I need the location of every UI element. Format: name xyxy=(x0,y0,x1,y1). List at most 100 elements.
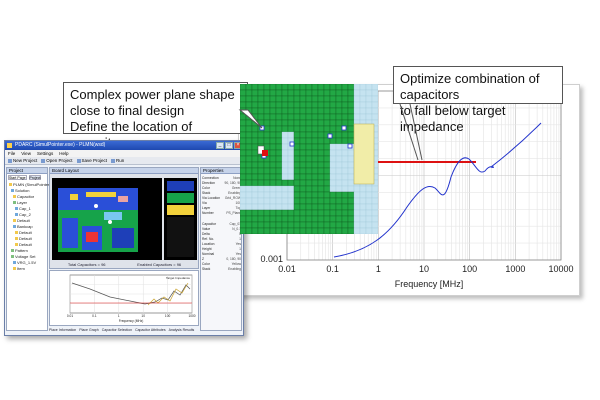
tree-item[interactable]: Solution xyxy=(11,188,29,193)
mini-impedance-pane: 0.01 0.1 1 10 100 1000 Target Impedance Frequen… xyxy=(49,270,199,326)
callout-plane-line1: Complex power plane shape xyxy=(70,87,235,102)
mini-legend: Target Impedance xyxy=(166,276,190,280)
callout-optimize: Optimize combination of capacitors to fa… xyxy=(393,66,563,134)
property-row[interactable]: Location Yes xyxy=(202,242,241,246)
capacitor-marker[interactable] xyxy=(347,143,353,149)
tree-item[interactable]: Default xyxy=(13,218,30,223)
bottom-tab[interactable]: Capacitor Selection xyxy=(102,327,132,333)
folder-icon xyxy=(11,255,14,259)
run-button[interactable]: Run xyxy=(111,157,124,164)
property-key: Delta xyxy=(202,232,210,236)
maximize-button[interactable]: □ xyxy=(225,142,233,149)
property-value: Enabling xyxy=(228,267,241,271)
tree-item-label: Cap_2 xyxy=(19,212,31,217)
tree-item-label: Default xyxy=(19,242,32,247)
layer-legend-swatches xyxy=(167,181,194,257)
capacitor-marker[interactable] xyxy=(262,150,268,156)
tree-item[interactable]: Layer xyxy=(13,200,27,205)
tree-item-label: Bankcap xyxy=(17,224,33,229)
save-icon xyxy=(76,158,81,163)
properties-pane: Properties Connection None Direction 90, 18… xyxy=(200,167,242,331)
property-key: Layer xyxy=(202,206,211,210)
property-row[interactable]: Value N_0.1 xyxy=(202,227,241,231)
capacitor-marker[interactable] xyxy=(259,125,265,131)
folder-icon xyxy=(13,225,16,229)
property-row[interactable]: Stack Enabling xyxy=(202,191,241,195)
new-project-button[interactable]: New Project xyxy=(8,157,37,164)
property-row[interactable]: Direction 90, 180, 90 xyxy=(202,181,241,185)
property-row[interactable]: Capacitor Cap_01 xyxy=(202,222,241,226)
property-row[interactable]: Ref. No. 1 xyxy=(202,237,241,241)
property-row[interactable]: Layer Top xyxy=(202,206,241,210)
property-key: Capacitor xyxy=(202,222,217,226)
open-project-button[interactable]: Open Project xyxy=(41,157,73,164)
tab-start-page[interactable]: Start Page xyxy=(8,175,27,180)
app-icon xyxy=(7,143,12,148)
property-key: Connection xyxy=(202,176,219,180)
save-project-button[interactable]: Save Project xyxy=(76,157,107,164)
property-row[interactable]: Connection None xyxy=(202,176,241,180)
bottom-tab[interactable]: Place Graph xyxy=(79,327,98,333)
mini-x-tick-label: 1 xyxy=(118,314,120,318)
property-row[interactable]: Color Green xyxy=(202,186,241,190)
tree-item[interactable]: Bankcap xyxy=(13,224,33,229)
bottom-tab[interactable]: Capacitor Attributes xyxy=(135,327,166,333)
mini-x-tick-label: 1000 xyxy=(188,314,195,318)
property-value: 90, 180, 90 xyxy=(224,181,242,185)
tree-item[interactable]: Item xyxy=(13,266,25,271)
bottom-tab[interactable]: Place Information xyxy=(49,327,76,333)
x-tick-label: 1 xyxy=(376,264,381,274)
tree-item[interactable]: Cap_2 xyxy=(15,212,31,217)
property-row[interactable]: Height 1 xyxy=(202,247,241,251)
tree-item-label: Default xyxy=(17,218,30,223)
tree-item-label: Layer xyxy=(17,200,28,205)
tree-item[interactable]: Pattern xyxy=(11,248,28,253)
property-row[interactable]: Nominal Yes xyxy=(202,252,241,256)
capacitor-marker[interactable] xyxy=(341,125,347,131)
power-plane-grid xyxy=(240,84,378,234)
properties-header: Properties xyxy=(201,168,241,174)
tab-project[interactable]: Project xyxy=(28,175,42,180)
x-tick-label: 1000 xyxy=(505,264,525,274)
folder-icon xyxy=(13,195,16,199)
tree-item-label: PLMN (SimulPointer) xyxy=(13,182,51,187)
tree-item[interactable]: Default xyxy=(15,236,32,241)
property-key: Via Location xyxy=(202,196,221,200)
bottom-tabs: Place Information Place Graph Capacitor Se… xyxy=(49,327,199,333)
tree-item[interactable]: Default xyxy=(15,230,32,235)
capacitor-marker[interactable] xyxy=(327,133,333,139)
new-icon xyxy=(8,158,12,163)
project-pane: Project Start Page Project PLMN (SimulPo… xyxy=(6,167,51,331)
property-key: Stack xyxy=(202,191,211,195)
tree-item-label: Solution xyxy=(15,188,30,193)
tree-item[interactable]: Cap_1 xyxy=(15,206,31,211)
tree-item[interactable]: Default xyxy=(15,242,32,247)
property-row[interactable]: Via 100 xyxy=(202,201,241,205)
minimize-button[interactable]: _ xyxy=(216,142,224,149)
property-row[interactable]: Delta 5 xyxy=(202,232,241,236)
board-view[interactable] xyxy=(52,178,162,260)
property-row[interactable]: Color Yellow xyxy=(202,262,241,266)
bottom-tab[interactable]: Analysis Results xyxy=(169,327,195,333)
total-capacitors: Total Capacitors = 96 xyxy=(67,262,106,267)
property-row[interactable]: Stack Enabling xyxy=(202,267,241,271)
property-value: PS_Plane xyxy=(226,211,241,215)
property-row[interactable]: Via Location Grid_ROW xyxy=(202,196,241,200)
x-tick-label: 100 xyxy=(462,264,477,274)
property-row[interactable]: Number PS_Plane xyxy=(202,211,241,215)
property-row[interactable]: Z 0, 180, 90 xyxy=(202,257,241,261)
property-key: Color xyxy=(202,186,210,190)
mini-x-tick-label: 10 xyxy=(141,314,145,318)
callout-optimize-line2: to fall below target impedance xyxy=(400,103,506,134)
capacitor-marker[interactable] xyxy=(289,141,295,147)
toolbar: New Project Open Project Save Project Ru… xyxy=(5,157,243,165)
tree-item[interactable]: PLMN (SimulPointer) xyxy=(9,182,51,187)
tree-item[interactable]: VRG_1.5V xyxy=(13,260,36,265)
tree-item[interactable]: Voltage Set xyxy=(11,254,35,259)
tree-item[interactable]: Capacitor xyxy=(13,194,34,199)
tree-item-label: Pattern xyxy=(15,248,28,253)
property-key: Number xyxy=(202,211,214,215)
property-key: Stack xyxy=(202,267,211,271)
property-key: Location xyxy=(202,242,215,246)
mini-impedance-chart: 0.01 0.1 1 10 100 1000 Target Impedance Frequen… xyxy=(67,274,196,323)
